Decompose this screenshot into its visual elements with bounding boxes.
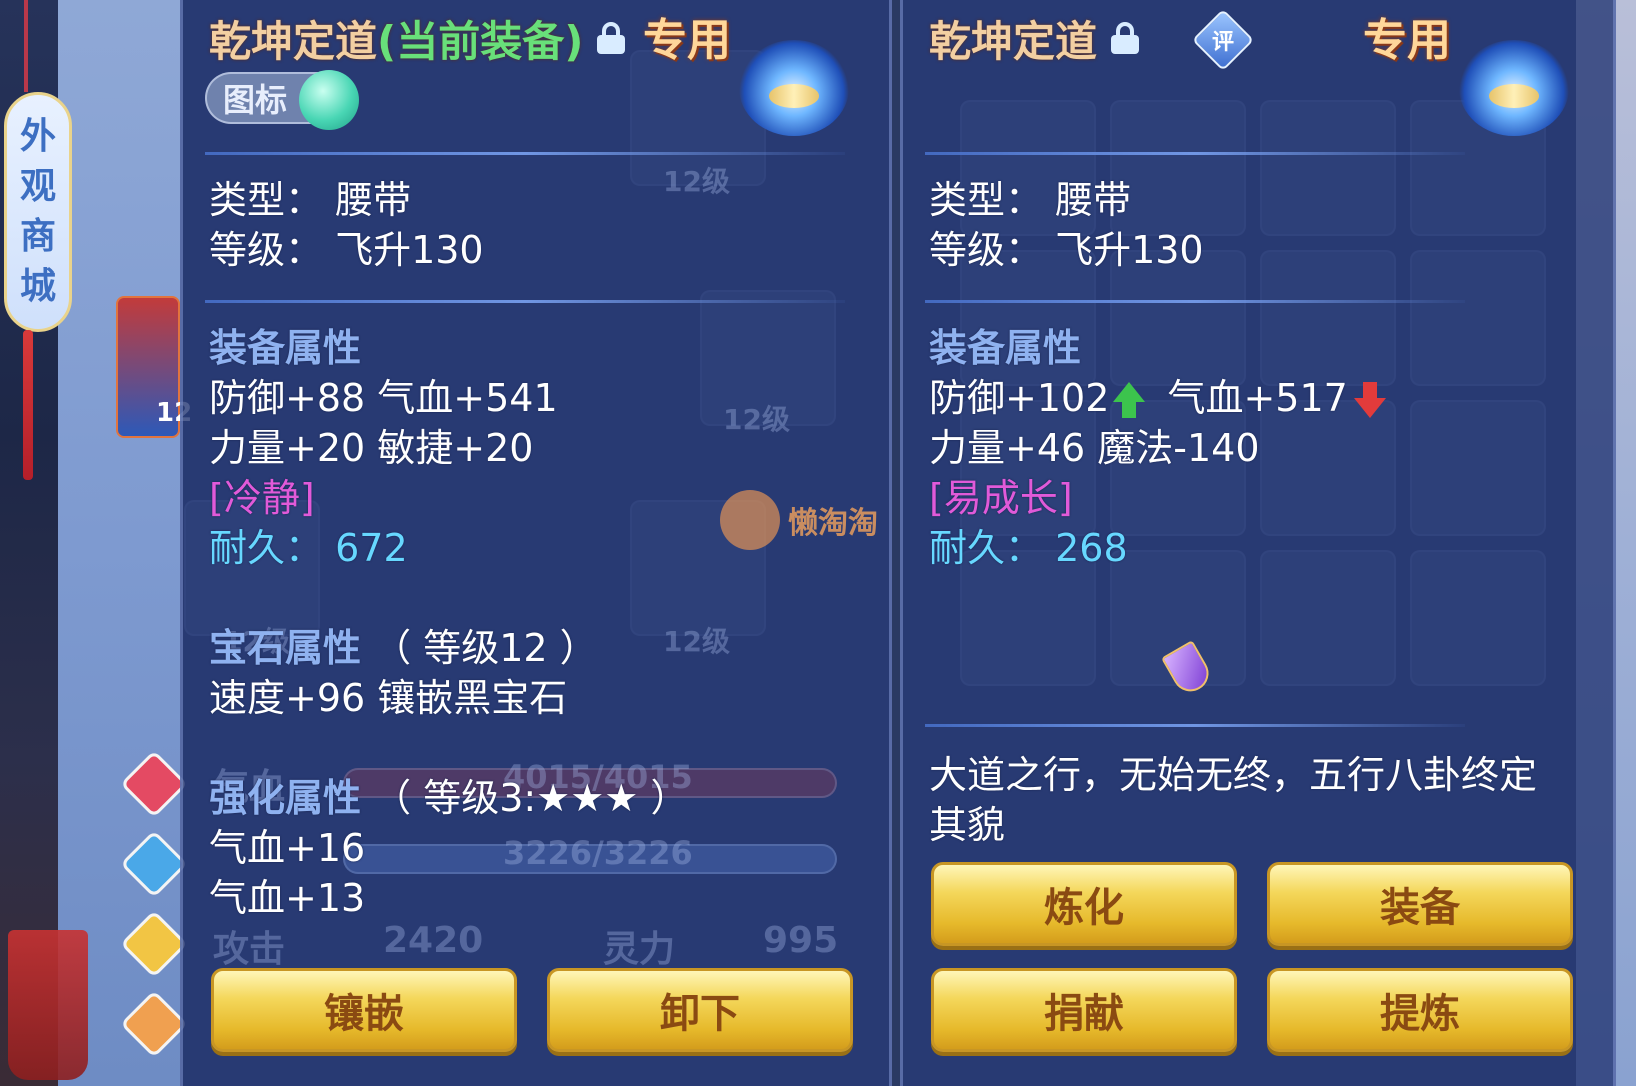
belt-item-icon	[739, 40, 849, 136]
gem-section-title: 宝石属性	[209, 626, 362, 670]
attr-section-title: 装备属性	[209, 326, 362, 370]
icon-toggle-label: 图标	[223, 81, 288, 119]
enhance-level: （ 等级3:★★★ ）	[373, 776, 689, 820]
divider	[925, 300, 1465, 303]
donate-button[interactable]: 捐献	[931, 968, 1237, 1052]
banner-cord	[24, 0, 28, 92]
description-line: 其貌	[929, 803, 1006, 847]
extract-button[interactable]: 提炼	[1267, 968, 1573, 1052]
attr-section-title: 装备属性	[929, 326, 1082, 370]
special-trait: [冷静]	[209, 476, 315, 520]
attr-line: 防御+88 气血+541	[209, 376, 558, 420]
banner-tassel	[23, 330, 33, 480]
flag-icon	[8, 930, 88, 1080]
watermark-text: 懒淘淘	[788, 506, 878, 541]
special-trait: [易成长]	[929, 476, 1073, 520]
exclusive-tag: 专用	[643, 15, 731, 66]
watermark: 懒淘淘	[720, 490, 878, 550]
bg-grid-label: 12级	[723, 403, 790, 436]
equipped-tag: (当前装备)	[377, 16, 584, 66]
durability-value: 268	[1055, 526, 1128, 570]
type-line: 类型： 腰带	[929, 178, 1132, 222]
item-title: 乾坤定道	[929, 10, 1140, 66]
arrow-up-icon	[1111, 381, 1147, 420]
appearance-shop-button[interactable]: 外 观 商 城	[4, 92, 72, 332]
attr-line: 力量+20 敏捷+20	[209, 426, 534, 470]
bg-attack-label: 攻击	[213, 929, 286, 970]
bg-grid-label: 12级	[663, 625, 730, 658]
gem-level: （ 等级12 ）	[373, 626, 598, 670]
lock-icon	[597, 22, 626, 54]
icon-toggle[interactable]: 图标	[205, 70, 359, 130]
shop-char: 城	[19, 266, 56, 307]
rate-label: 评	[1211, 29, 1235, 55]
shop-char: 外	[19, 116, 56, 157]
belt-item-icon	[1459, 40, 1569, 136]
equip-button[interactable]: 装备	[1267, 862, 1573, 946]
enhance-line: 气血+16	[209, 826, 366, 870]
rate-button[interactable]: 评	[1191, 8, 1255, 72]
bg-spirit-label: 灵力	[603, 929, 676, 970]
divider	[925, 724, 1465, 727]
attr-line: 力量+46 魔法-140	[929, 426, 1260, 470]
attr-hp: 气血+517	[1167, 376, 1348, 420]
unequip-button[interactable]: 卸下	[547, 968, 853, 1052]
bg-attack-value: 2420	[383, 920, 484, 961]
divider	[205, 152, 845, 155]
character-avatar[interactable]: 12	[116, 296, 192, 438]
inlay-button[interactable]: 镶嵌	[211, 968, 517, 1052]
durability-label: 耐久：	[929, 526, 1044, 570]
toggle-knob	[299, 70, 359, 130]
arrow-down-icon	[1352, 381, 1388, 420]
gem-section: 宝石属性 （ 等级12 ）	[209, 624, 598, 672]
bg-grid-label: 12级	[663, 165, 730, 198]
durability-label: 耐久：	[209, 526, 324, 570]
exclusive-tag: 专用	[1363, 15, 1451, 66]
durability: 耐久： 268	[929, 524, 1128, 572]
gem-line: 速度+96 镶嵌黑宝石	[209, 676, 568, 720]
lock-icon	[1111, 22, 1140, 54]
divider	[205, 300, 845, 303]
compare-item-tooltip: 乾坤定道 评 专用 类型： 腰带 等级： 飞升130 装备属性 防御+102 气…	[900, 0, 1616, 1086]
description-line: 大道之行，无始无终，五行八卦终定	[929, 753, 1538, 797]
item-name: 乾坤定道	[209, 16, 378, 66]
durability-value: 672	[335, 526, 408, 570]
durability: 耐久： 672	[209, 524, 408, 572]
level-line: 等级： 飞升130	[209, 228, 484, 272]
shop-char: 商	[19, 216, 56, 257]
type-line: 类型： 腰带	[209, 178, 412, 222]
watermark-logo-icon	[720, 490, 780, 550]
bg-mp-text: 3226/3226	[503, 834, 693, 872]
attr-def: 防御+102	[929, 376, 1110, 420]
item-name: 乾坤定道	[929, 16, 1098, 66]
bg-spirit-value: 995	[763, 920, 839, 961]
attr-line-compare: 防御+102 气血+517	[929, 374, 1388, 422]
enhance-section-title: 强化属性	[209, 776, 362, 820]
divider	[925, 152, 1465, 155]
item-title: 乾坤定道 (当前装备)	[209, 10, 626, 66]
shop-char: 观	[19, 166, 56, 207]
level-line: 等级： 飞升130	[929, 228, 1204, 272]
enhance-section: 强化属性 （ 等级3:★★★ ）	[209, 774, 688, 822]
enhance-line: 气血+13	[209, 876, 366, 920]
refine-button[interactable]: 炼化	[931, 862, 1237, 946]
